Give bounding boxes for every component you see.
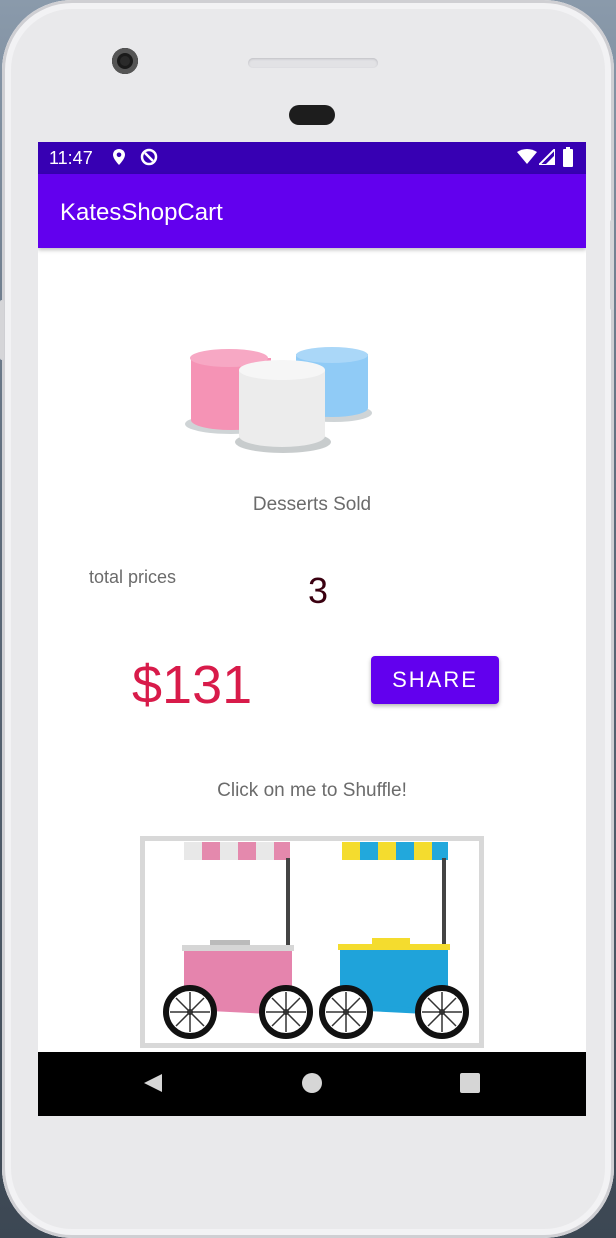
status-bar: 11:47 xyxy=(38,142,586,174)
share-button[interactable]: SHARE xyxy=(371,656,499,704)
sync-icon xyxy=(140,148,158,166)
desserts-sold-label: Desserts Sold xyxy=(252,494,372,515)
front-camera xyxy=(112,48,138,74)
revenue-amount: $131 xyxy=(132,655,253,715)
dessert-carts-image[interactable] xyxy=(140,836,484,1048)
wifi-icon xyxy=(517,149,537,164)
device-screen: 11:47 KatesShopCart Desserts Sold total … xyxy=(38,142,586,1116)
power-button xyxy=(610,220,614,310)
battery-icon xyxy=(563,147,573,167)
status-time: 11:47 xyxy=(49,148,93,168)
home-icon[interactable] xyxy=(301,1072,323,1094)
app-title: KatesShopCart xyxy=(60,199,223,226)
phone-frame: 11:47 KatesShopCart Desserts Sold total … xyxy=(0,0,614,1238)
total-prices-label: total prices xyxy=(89,567,177,587)
recents-icon[interactable] xyxy=(459,1072,481,1094)
marshmallow-image[interactable] xyxy=(184,342,374,454)
back-icon[interactable] xyxy=(142,1072,164,1094)
signal-icon xyxy=(539,149,555,165)
navigation-bar xyxy=(38,1052,586,1116)
volume-button xyxy=(0,300,4,360)
earpiece xyxy=(289,105,335,125)
top-speaker-grille xyxy=(248,58,378,68)
location-icon xyxy=(113,149,125,165)
shuffle-label: Click on me to Shuffle! xyxy=(217,780,407,801)
desserts-sold-count: 3 xyxy=(308,570,329,611)
app-bar: KatesShopCart xyxy=(38,174,586,248)
